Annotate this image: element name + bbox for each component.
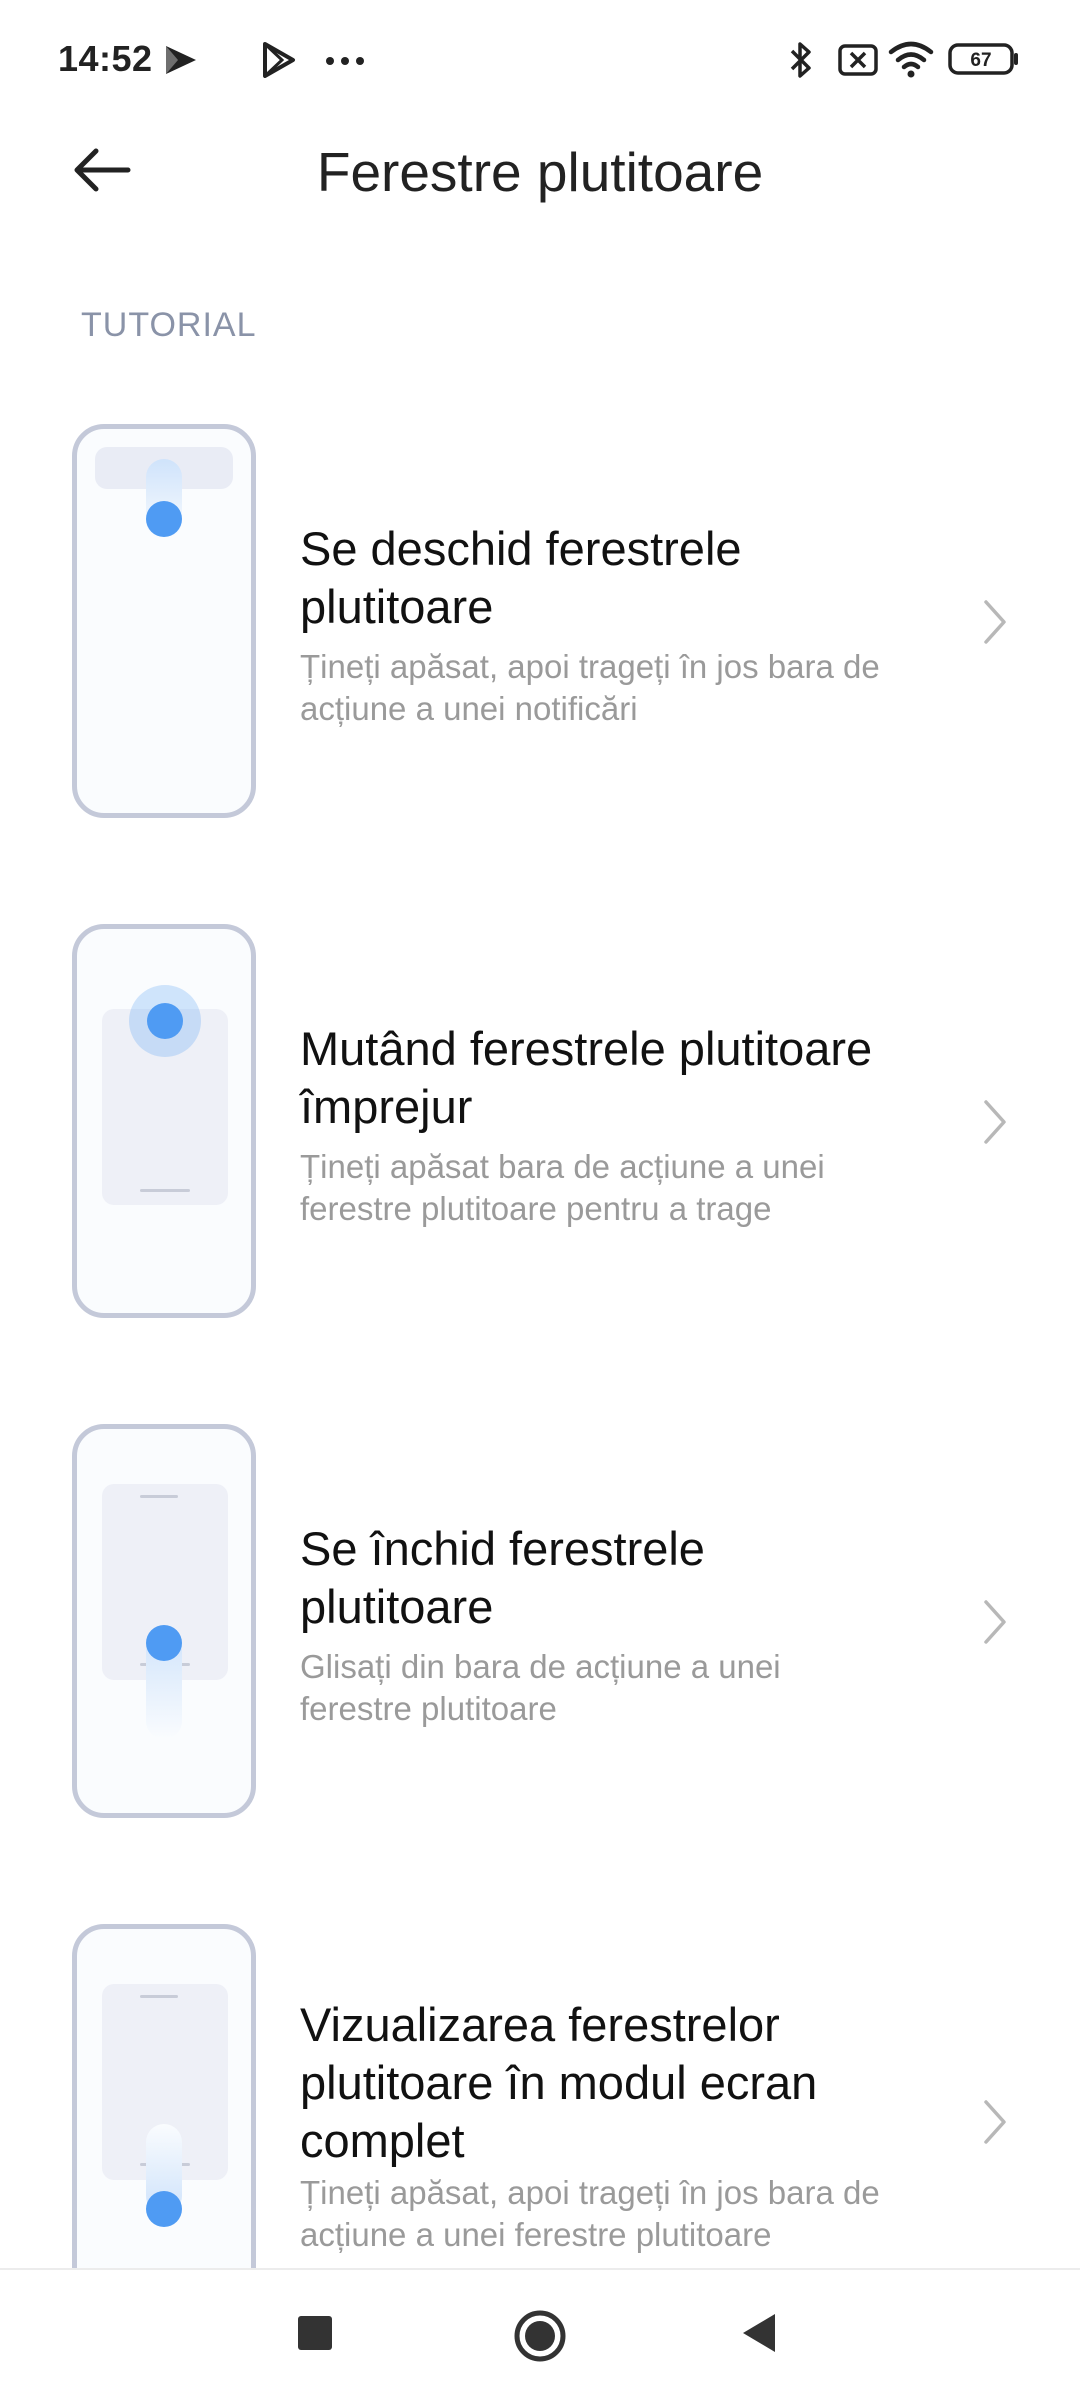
no-sim-icon [838,44,878,76]
open-windows-illustration [72,424,256,818]
battery-icon: 67 [948,42,1020,76]
header: Ferestre plutitoare [0,120,1080,220]
tutorial-item-open-floating-windows[interactable]: Se deschid ferestrele plutitoare Țineți … [0,412,1080,832]
item-description: Glisați din bara de acțiune a unei feres… [300,1648,781,1727]
item-title: Se închid ferestrele plutitoare [300,1522,705,1633]
back-nav-button[interactable] [735,2308,785,2358]
tutorial-item-move-floating-windows[interactable]: Mutând ferestrele plutitoare împrejur Ți… [0,912,1080,1332]
home-circle-icon [514,2310,566,2362]
status-time: 14:52 [58,38,153,79]
item-description: Țineți apăsat bara de acțiune a unei fer… [300,1148,825,1227]
tutorial-item-close-floating-windows[interactable]: Se închid ferestrele plutitoare Glisați … [0,1412,1080,1832]
home-button[interactable] [510,2306,570,2366]
page-title: Ferestre plutitoare [316,141,764,203]
more-dots-icon [325,56,365,66]
touch-dot [146,1625,182,1661]
fullscreen-windows-illustration [72,1924,256,2268]
chevron-right-icon [984,1100,1006,1144]
move-windows-illustration [72,924,256,1318]
play-store-icon [262,42,296,78]
chevron-right-icon [984,2100,1006,2144]
floating-windows-screen: 14:52 67 Ferestre plutitoare TUTORIAL Se… [0,0,1080,2400]
navigation-bar [0,2268,1080,2400]
close-windows-illustration [72,1424,256,1818]
chevron-right-icon [984,600,1006,644]
back-triangle-icon [743,2314,775,2352]
battery-level: 67 [970,50,991,71]
recents-button[interactable] [290,2308,340,2358]
wifi-icon [888,40,934,78]
recents-square-icon [298,2316,332,2350]
item-description: Țineți apăsat, apoi trageți în jos bara … [300,2174,880,2253]
item-title: Se deschid ferestrele plutitoare [300,522,742,633]
touch-dot [147,1003,183,1039]
bluetooth-icon [788,40,814,80]
touch-dot [146,2191,182,2227]
tutorial-item-fullscreen-floating-windows[interactable]: Vizualizarea ferestrelor plutitoare în m… [0,1912,1080,2268]
status-bar: 14:52 67 [0,0,1080,120]
item-description: Țineți apăsat, apoi trageți în jos bara … [300,648,880,727]
touch-dot [146,501,182,537]
item-title: Vizualizarea ferestrelor plutitoare în m… [300,1998,818,2167]
chevron-right-icon [984,1600,1006,1644]
item-title: Mutând ferestrele plutitoare împrejur [300,1022,873,1133]
app-notification-icon [162,40,200,80]
section-label: TUTORIAL [81,306,257,344]
